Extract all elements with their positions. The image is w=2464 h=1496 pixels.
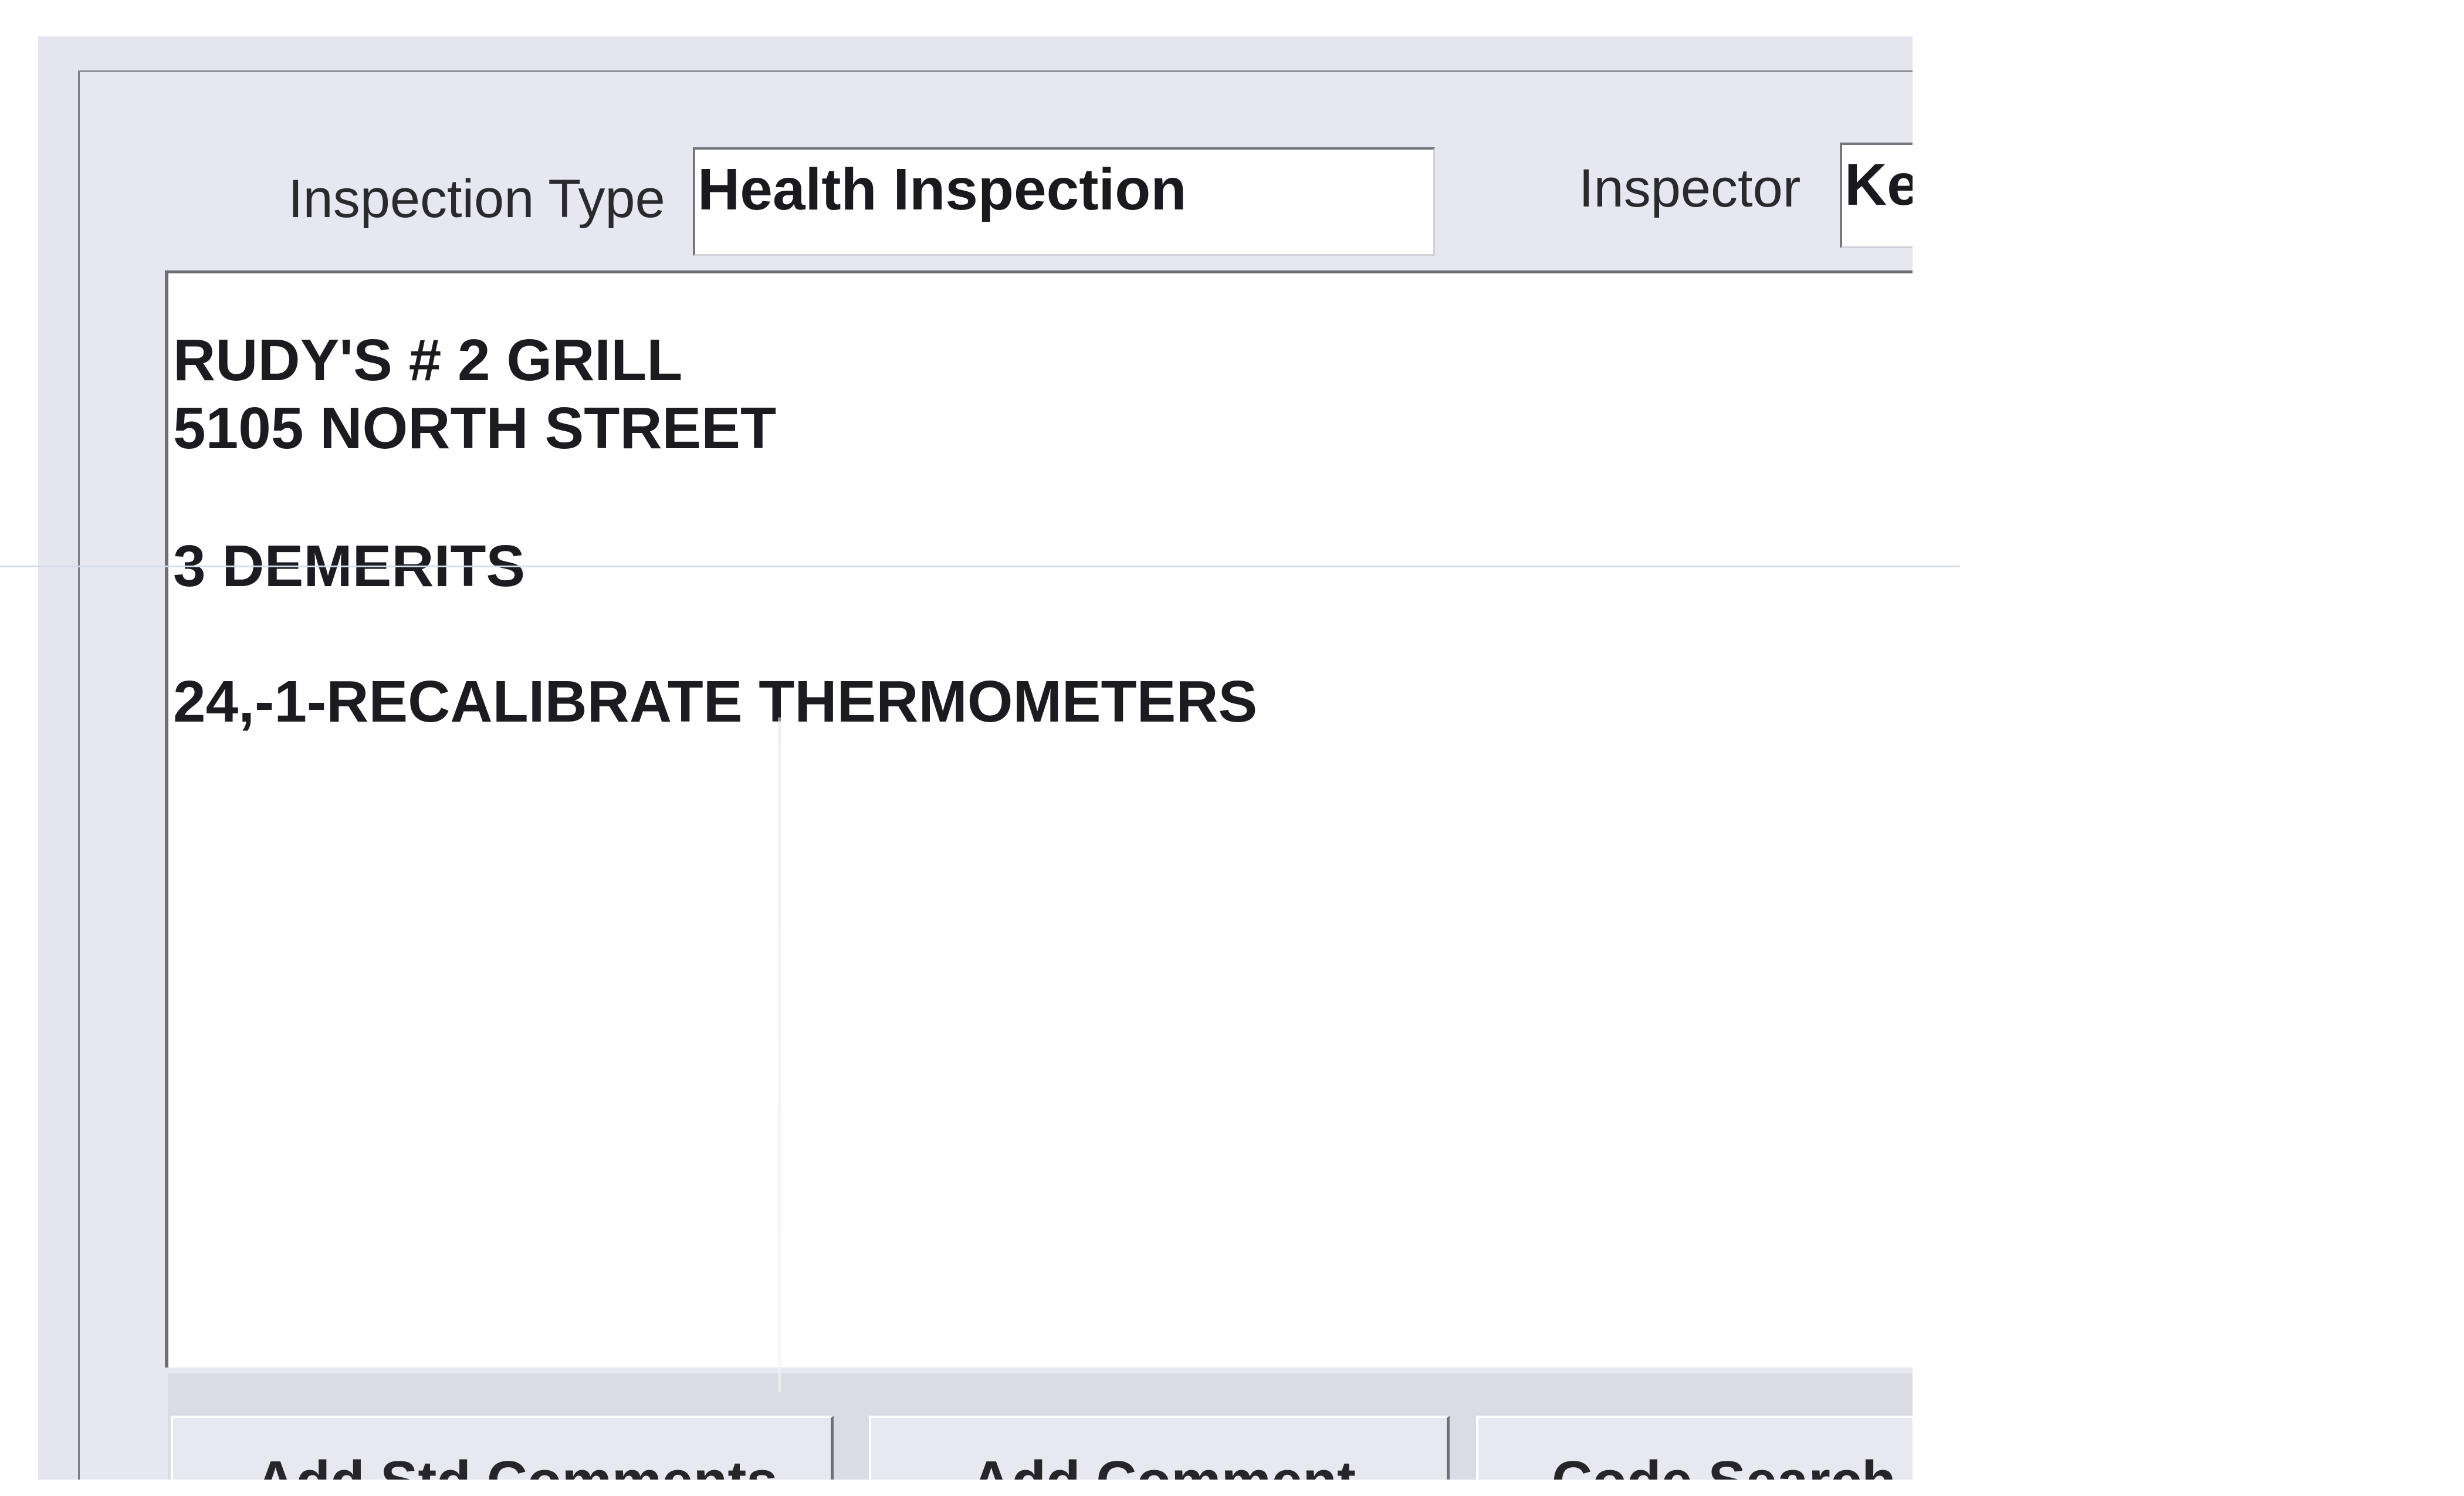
comment-line: 5105 NORTH STREET	[173, 395, 777, 461]
scanned-page: Inspection Type Health Inspection Inspec…	[0, 0, 2464, 1496]
add-std-comments-button[interactable]: Add Std Comments	[171, 1416, 834, 1480]
inspector-value: Ke	[1844, 152, 1913, 218]
comment-line: RUDY'S # 2 GRILL	[173, 327, 683, 393]
add-comment-label: Add Comment	[971, 1453, 1356, 1480]
inspection-type-value: Health Inspection	[698, 157, 1187, 222]
inspection-panel: Inspection Type Health Inspection Inspec…	[78, 70, 1913, 1480]
add-std-comments-label: Add Std Comments	[255, 1453, 778, 1480]
scan-line	[0, 566, 1959, 567]
inspection-window: Inspection Type Health Inspection Inspec…	[38, 36, 1913, 1480]
code-search-label: Code Search Li	[1552, 1453, 1913, 1480]
add-comment-button[interactable]: Add Comment	[869, 1416, 1450, 1480]
inspection-type-field[interactable]: Health Inspection	[693, 147, 1435, 256]
code-search-list-button[interactable]: Code Search Li	[1476, 1416, 1913, 1480]
comment-line: 24,-1-RECALIBRATE THERMOMETERS	[173, 669, 1258, 735]
inspection-type-label: Inspection Type	[288, 169, 665, 229]
inspector-field[interactable]: Ke	[1840, 143, 1913, 248]
inspector-label: Inspector	[1579, 158, 1801, 218]
scan-crease	[778, 717, 781, 1392]
comments-textarea[interactable]: RUDY'S # 2 GRILL 5105 NORTH STREET 3 DEM…	[165, 270, 1913, 1368]
